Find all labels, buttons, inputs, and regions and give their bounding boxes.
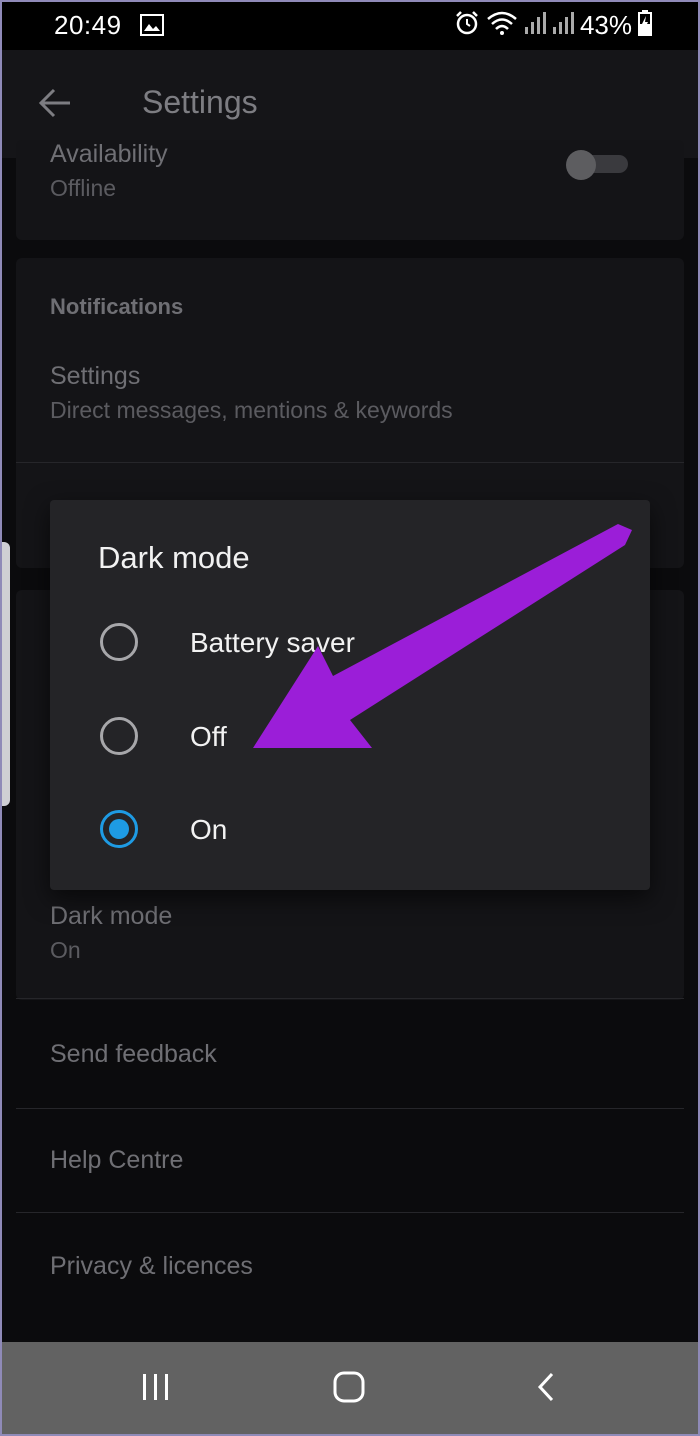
availability-toggle[interactable] [566,150,630,180]
dark-mode-dialog: Dark mode Battery saver Off On [50,500,650,890]
page-title: Settings [142,84,258,120]
recent-apps-icon[interactable] [140,1370,172,1409]
notification-settings-title: Settings [50,362,141,390]
radio-battery-saver[interactable] [100,623,138,661]
status-icons: 43% [454,10,652,41]
radio-on[interactable] [100,810,138,848]
send-feedback-label: Send feedback [50,1040,217,1068]
alarm-icon [454,10,480,41]
help-centre-row[interactable]: Help Centre [16,1146,684,1175]
status-bar: 20:49 43% [0,0,700,50]
toggle-thumb [566,150,596,180]
signal-icon [524,11,546,40]
wifi-icon [486,10,518,41]
dialog-title: Dark mode [98,540,250,575]
notifications-header: Notifications [50,294,184,319]
system-nav-bar [0,1342,700,1436]
availability-card: Availability Offline [16,140,684,240]
battery-charging-icon [638,10,652,41]
divider [16,462,684,463]
option-off[interactable]: Off [98,707,618,767]
help-centre-label: Help Centre [50,1146,184,1174]
signal-icon [552,11,574,40]
divider [16,1108,684,1109]
notification-settings-row[interactable]: Settings Direct messages, mentions & key… [16,362,684,424]
availability-subtitle: Offline [50,175,117,201]
radio-off[interactable] [100,717,138,755]
notification-settings-subtitle: Direct messages, mentions & keywords [50,397,453,423]
option-label: Battery saver [190,627,355,658]
option-battery-saver[interactable]: Battery saver [98,613,618,673]
option-on[interactable]: On [98,800,618,860]
image-icon [140,14,164,41]
back-arrow-icon[interactable] [36,84,74,127]
option-label: Off [190,721,227,752]
nav-back-icon[interactable] [532,1370,560,1409]
dark-mode-row[interactable]: Dark mode On [16,902,684,964]
battery-percent: 43% [579,10,632,40]
dark-mode-title: Dark mode [50,902,173,930]
divider [16,1212,684,1213]
divider [16,998,684,999]
privacy-row[interactable]: Privacy & licences [16,1252,684,1281]
status-time: 20:49 [54,10,122,40]
edge-panel-handle[interactable] [0,542,10,806]
availability-row[interactable]: Availability Offline [16,140,684,202]
send-feedback-row[interactable]: Send feedback [16,1040,684,1069]
option-label: On [190,814,228,845]
home-icon[interactable] [332,1370,368,1409]
privacy-label: Privacy & licences [50,1252,253,1280]
dark-mode-subtitle: On [50,937,81,963]
